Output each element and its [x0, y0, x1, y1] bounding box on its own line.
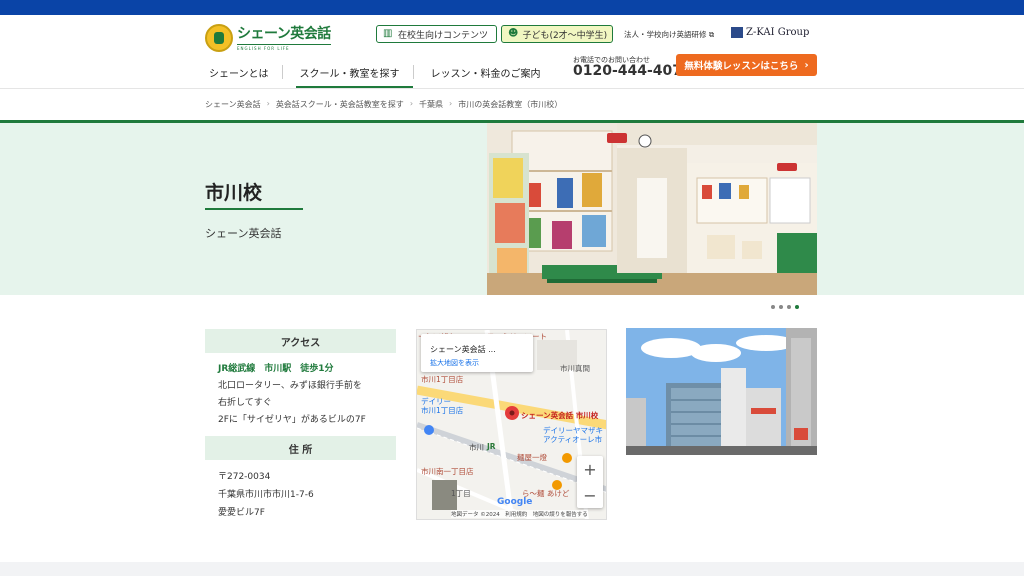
- nav-divider: [281, 65, 283, 79]
- address-heading: 住 所: [205, 436, 396, 460]
- map-marker-label: シェーン英会話 市川校: [521, 411, 599, 420]
- chevron-right-icon: ›: [804, 59, 809, 71]
- google-map[interactable]: ーヤマザキ ファミリーマート 市川真間 市川1丁目店 デイリー 市川1丁目店 シ…: [416, 329, 607, 520]
- logo[interactable]: シェーン英会話 ENGLISH FOR LIFE: [205, 22, 333, 54]
- kids-label: 子ども(2才〜中学生): [522, 30, 608, 41]
- google-logo: Google: [497, 497, 533, 507]
- free-trial-button[interactable]: 無料体験レッスンはこちら ›: [676, 54, 817, 76]
- map-zoom-controls: + −: [577, 456, 603, 508]
- carousel-dot-active[interactable]: [795, 305, 799, 309]
- school-content-button[interactable]: ▥ 在校生向けコンテンツ: [376, 25, 497, 43]
- map-attribution[interactable]: 地図データ ©2024 利用規約 地図の誤りを報告する: [451, 510, 588, 518]
- breadcrumb-current: 市川の英会話教室（市川校）: [458, 100, 563, 109]
- breadcrumb-separator: ›: [266, 99, 270, 108]
- breadcrumb-find-school[interactable]: 英会話スクール・英会話教室を探す: [276, 99, 404, 110]
- corporate-link[interactable]: 法人・学校向け英語研修 ⧉: [624, 29, 714, 40]
- breadcrumb: シェーン英会話 › 英会話スクール・英会話教室を探す › 千葉県 › 市川の英会…: [205, 99, 568, 110]
- carousel-dot[interactable]: [779, 305, 783, 309]
- child-face-icon: ☻: [508, 28, 519, 39]
- zoom-out-button[interactable]: −: [577, 482, 603, 508]
- nav-about[interactable]: シェーンとは: [205, 58, 282, 88]
- carousel-dot[interactable]: [787, 305, 791, 309]
- address-line-2: 愛愛ビル7F: [218, 508, 265, 518]
- kids-button[interactable]: ☻ 子ども(2才〜中学生): [501, 25, 613, 43]
- carousel-dot[interactable]: [771, 305, 775, 309]
- logo-tagline: ENGLISH FOR LIFE: [237, 43, 331, 51]
- tel-number[interactable]: 0120-444-407: [573, 63, 682, 79]
- building-icon: ▥: [383, 28, 393, 39]
- logo-emblem-icon: [205, 24, 233, 52]
- breadcrumb-chiba[interactable]: 千葉県: [419, 99, 443, 110]
- footer-strip: [0, 562, 1024, 576]
- main-nav: シェーンとは スクール・教室を探す レッスン・料金のご案内: [205, 58, 554, 88]
- carousel-dots: [771, 305, 803, 309]
- map-info-card: シェーン英会話 ... 拡大地図を表示: [421, 334, 533, 372]
- page-title: 市川校: [205, 182, 263, 204]
- school-content-label: 在校生向けコンテンツ: [398, 30, 489, 41]
- zkai-group-logo[interactable]: Z-KAI Group: [731, 27, 809, 38]
- breadcrumb-home[interactable]: シェーン英会話: [205, 99, 261, 110]
- header-divider: [0, 88, 1024, 89]
- address-line-1: 千葉県市川市市川1-7-6: [218, 490, 314, 500]
- zoom-in-button[interactable]: +: [577, 456, 603, 482]
- breadcrumb-separator: ›: [409, 99, 414, 108]
- zkai-emblem-icon: [731, 27, 743, 38]
- building-photo: [626, 328, 817, 455]
- breadcrumb-separator: ›: [449, 99, 453, 108]
- access-line-3: 2Fに「サイゼリヤ」があるビルの7F: [218, 415, 366, 425]
- external-link-icon: ⧉: [708, 30, 715, 39]
- map-place-title: シェーン英会話 ...: [430, 345, 496, 354]
- nav-find-school[interactable]: スクール・教室を探す: [295, 58, 413, 88]
- nav-divider: [412, 65, 414, 79]
- access-line-2: 右折してすぐ: [218, 398, 272, 408]
- top-color-bar: [0, 0, 1024, 15]
- access-route: JR総武線 市川駅 徒歩1分: [218, 364, 334, 374]
- title-underline: [205, 208, 303, 210]
- address-postal: 〒272-0034: [218, 472, 271, 482]
- nav-lessons-fees[interactable]: レッスン・料金のご案内: [427, 58, 554, 88]
- map-enlarge-link[interactable]: 拡大地図を表示: [430, 358, 479, 368]
- access-heading: アクセス: [205, 329, 396, 353]
- page-subtitle: シェーン英会話: [205, 227, 282, 240]
- logo-text: シェーン英会話: [237, 25, 331, 42]
- access-line-1: 北口ロータリー、みずほ銀行手前を: [218, 381, 362, 391]
- classroom-photo: [487, 123, 817, 295]
